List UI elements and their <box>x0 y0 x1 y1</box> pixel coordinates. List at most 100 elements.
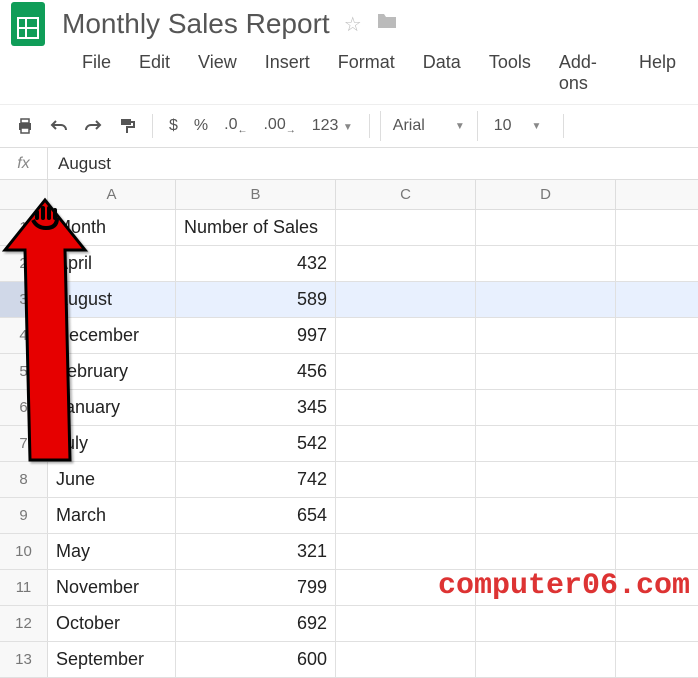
percent-button[interactable]: % <box>188 117 214 135</box>
grid-row: 13September600 <box>0 642 698 678</box>
undo-icon[interactable] <box>44 111 74 141</box>
row-header[interactable]: 10 <box>0 534 48 569</box>
cell[interactable]: November <box>48 570 176 605</box>
cell[interactable] <box>336 282 476 317</box>
increase-decimal-button[interactable]: .00→ <box>257 116 301 136</box>
cell[interactable]: 321 <box>176 534 336 569</box>
cell[interactable]: March <box>48 498 176 533</box>
folder-icon[interactable] <box>376 12 398 36</box>
currency-button[interactable]: $ <box>163 117 184 135</box>
more-formats-button[interactable]: 123 ▼ <box>306 117 359 135</box>
grid-row: 7July542 <box>0 426 698 462</box>
cell[interactable] <box>476 282 616 317</box>
cell[interactable] <box>476 642 616 677</box>
row-header[interactable]: 8 <box>0 462 48 497</box>
cell[interactable] <box>476 606 616 641</box>
cell[interactable]: June <box>48 462 176 497</box>
cell[interactable]: Number of Sales <box>176 210 336 245</box>
menu-format[interactable]: Format <box>324 48 409 98</box>
cell[interactable] <box>336 534 476 569</box>
cell[interactable]: January <box>48 390 176 425</box>
star-icon[interactable]: ☆ <box>344 12 362 37</box>
cell[interactable]: 742 <box>176 462 336 497</box>
font-size-select[interactable]: 10▼ <box>482 117 554 135</box>
row-header[interactable]: 2 <box>0 246 48 281</box>
font-family-select[interactable]: Arial▼ <box>380 111 478 141</box>
row-header[interactable]: 12 <box>0 606 48 641</box>
decrease-decimal-button[interactable]: .0← <box>218 116 253 136</box>
cell[interactable]: August <box>48 282 176 317</box>
cell[interactable] <box>336 462 476 497</box>
cell[interactable] <box>336 246 476 281</box>
cell[interactable] <box>336 642 476 677</box>
redo-icon[interactable] <box>78 111 108 141</box>
formula-input[interactable]: August <box>48 154 698 174</box>
row-header[interactable]: 7 <box>0 426 48 461</box>
menu-edit[interactable]: Edit <box>125 48 184 98</box>
cell[interactable]: 432 <box>176 246 336 281</box>
menu-tools[interactable]: Tools <box>475 48 545 98</box>
cell[interactable]: 542 <box>176 426 336 461</box>
cell[interactable]: 600 <box>176 642 336 677</box>
cell[interactable]: 589 <box>176 282 336 317</box>
cell[interactable] <box>336 606 476 641</box>
cell[interactable]: 799 <box>176 570 336 605</box>
cell[interactable] <box>336 354 476 389</box>
cell[interactable]: September <box>48 642 176 677</box>
col-header-a[interactable]: A <box>48 180 176 209</box>
menu-data[interactable]: Data <box>409 48 475 98</box>
row-header[interactable]: 4 <box>0 318 48 353</box>
grid-row: 10May321 <box>0 534 698 570</box>
row-header[interactable]: 1 <box>0 210 48 245</box>
cell[interactable] <box>476 318 616 353</box>
row-header[interactable]: 5 <box>0 354 48 389</box>
cell[interactable] <box>476 498 616 533</box>
row-header[interactable]: 6 <box>0 390 48 425</box>
print-icon[interactable] <box>10 111 40 141</box>
row-header[interactable]: 11 <box>0 570 48 605</box>
cell[interactable] <box>476 246 616 281</box>
paint-format-icon[interactable] <box>112 111 142 141</box>
row-header[interactable]: 3 <box>0 282 48 317</box>
cell[interactable]: 997 <box>176 318 336 353</box>
col-header-d[interactable]: D <box>476 180 616 209</box>
cell[interactable]: April <box>48 246 176 281</box>
fx-label[interactable]: fx <box>0 148 48 179</box>
col-header-c[interactable]: C <box>336 180 476 209</box>
cell[interactable]: 692 <box>176 606 336 641</box>
cell[interactable] <box>476 390 616 425</box>
menu-help[interactable]: Help <box>625 48 690 98</box>
cell[interactable]: Month <box>48 210 176 245</box>
cell[interactable]: 654 <box>176 498 336 533</box>
cell[interactable] <box>336 426 476 461</box>
cell[interactable]: February <box>48 354 176 389</box>
cell[interactable] <box>476 354 616 389</box>
row-header[interactable]: 9 <box>0 498 48 533</box>
col-header-b[interactable]: B <box>176 180 336 209</box>
cell[interactable] <box>476 426 616 461</box>
cell[interactable] <box>336 390 476 425</box>
cell[interactable] <box>336 318 476 353</box>
sheets-logo-icon[interactable] <box>8 4 48 44</box>
cell[interactable]: July <box>48 426 176 461</box>
cell[interactable]: October <box>48 606 176 641</box>
cell[interactable]: May <box>48 534 176 569</box>
document-title[interactable]: Monthly Sales Report <box>62 8 330 40</box>
cell[interactable] <box>476 210 616 245</box>
cell[interactable] <box>336 210 476 245</box>
row-header[interactable]: 13 <box>0 642 48 677</box>
cell[interactable] <box>476 462 616 497</box>
formula-bar: fx August <box>0 148 698 180</box>
menu-file[interactable]: File <box>68 48 125 98</box>
cell[interactable] <box>336 498 476 533</box>
menu-addons[interactable]: Add-ons <box>545 48 625 98</box>
cell[interactable] <box>476 534 616 569</box>
grid-row: 5February456 <box>0 354 698 390</box>
cell[interactable]: 345 <box>176 390 336 425</box>
menu-view[interactable]: View <box>184 48 251 98</box>
cell[interactable]: 456 <box>176 354 336 389</box>
select-all-corner[interactable] <box>0 180 48 209</box>
grid-row: 8June742 <box>0 462 698 498</box>
cell[interactable]: December <box>48 318 176 353</box>
menu-insert[interactable]: Insert <box>251 48 324 98</box>
